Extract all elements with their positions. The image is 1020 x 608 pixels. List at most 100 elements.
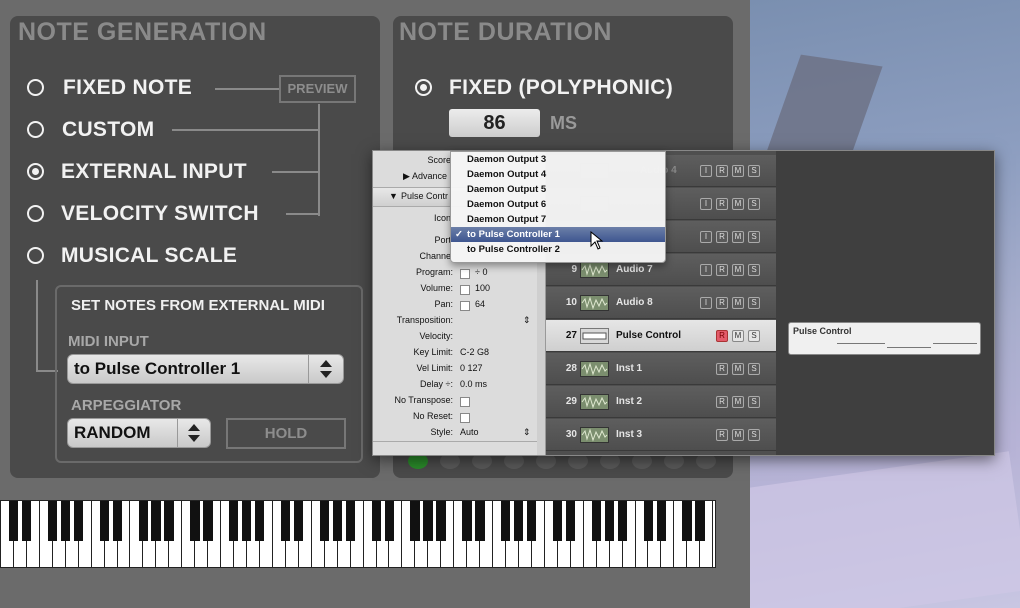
piano-black-key[interactable] — [682, 501, 692, 541]
preview-button[interactable]: PREVIEW — [279, 75, 356, 103]
track-button-s[interactable]: S — [748, 165, 760, 177]
inspector-param-row[interactable]: Velocity: — [373, 331, 537, 345]
piano-keyboard[interactable] — [0, 500, 716, 568]
track-button-s[interactable]: S — [748, 330, 760, 342]
fixed-polyphonic-radio[interactable] — [415, 79, 432, 96]
track-button-m[interactable]: M — [732, 363, 744, 375]
track-button-m[interactable]: M — [732, 198, 744, 210]
track-row[interactable]: 30 Inst 3 RMS — [545, 419, 776, 451]
track-button-r[interactable]: R — [716, 429, 728, 441]
param-checkbox[interactable] — [460, 285, 470, 295]
track-button-r[interactable]: R — [716, 363, 728, 375]
piano-black-key[interactable] — [138, 501, 148, 541]
piano-black-key[interactable] — [9, 501, 19, 541]
track-button-i[interactable]: I — [700, 165, 712, 177]
inspector-param-row[interactable]: Program: ÷ 0 — [373, 267, 537, 281]
track-button-s[interactable]: S — [748, 297, 760, 309]
inspector-param-row[interactable]: Key Limit: C-2 G8 — [373, 347, 537, 361]
piano-black-key[interactable] — [604, 501, 615, 541]
piano-black-key[interactable] — [656, 501, 666, 541]
piano-black-key[interactable] — [190, 501, 200, 541]
port-menu-item[interactable]: Daemon Output 4 — [451, 167, 665, 182]
track-button-i[interactable]: I — [700, 297, 712, 309]
piano-black-key[interactable] — [384, 501, 394, 541]
piano-black-key[interactable] — [280, 501, 291, 541]
track-button-m[interactable]: M — [732, 396, 744, 408]
track-button-s[interactable]: S — [748, 231, 760, 243]
piano-black-key[interactable] — [371, 501, 381, 541]
stepper-icon[interactable]: ⇕ — [523, 427, 531, 438]
track-button-i[interactable]: I — [700, 264, 712, 276]
track-button-s[interactable]: S — [748, 198, 760, 210]
velocity-switch-label[interactable]: VELOCITY SWITCH — [61, 202, 259, 226]
track-row[interactable]: 27 Pulse Control R M S — [545, 320, 776, 352]
param-checkbox[interactable] — [460, 413, 470, 423]
piano-black-key[interactable] — [229, 501, 239, 541]
piano-black-key[interactable] — [60, 501, 71, 541]
port-menu-item[interactable]: ✓ to Pulse Controller 1 — [451, 227, 665, 242]
piano-black-key[interactable] — [552, 501, 563, 541]
track-button-r[interactable]: R — [716, 264, 728, 276]
track-button-s[interactable]: S — [748, 264, 760, 276]
piano-black-key[interactable] — [47, 501, 58, 541]
piano-black-key[interactable] — [501, 501, 511, 541]
piano-black-key[interactable] — [423, 501, 433, 541]
piano-black-key[interactable] — [527, 501, 537, 541]
piano-black-key[interactable] — [565, 501, 576, 541]
external-input-radio[interactable] — [27, 163, 44, 180]
piano-black-key[interactable] — [319, 501, 330, 541]
track-button-m[interactable]: M — [732, 165, 744, 177]
piano-black-key[interactable] — [255, 501, 265, 541]
piano-black-key[interactable] — [21, 501, 32, 541]
piano-black-key[interactable] — [99, 501, 109, 541]
track-button-m[interactable]: M — [732, 297, 744, 309]
fixed-polyphonic-label[interactable]: FIXED (POLYPHONIC) — [449, 76, 673, 100]
custom-label[interactable]: CUSTOM — [62, 118, 154, 142]
piano-black-key[interactable] — [617, 501, 627, 541]
inspector-param-row[interactable]: No Reset: — [373, 411, 537, 425]
piano-black-key[interactable] — [293, 501, 304, 541]
piano-black-key[interactable] — [591, 501, 602, 541]
inspector-param-row[interactable]: Style: Auto ⇕ — [373, 427, 537, 441]
track-button-s[interactable]: S — [748, 429, 760, 441]
track-row[interactable]: 10 Audio 8 IRMS — [545, 287, 776, 319]
piano-black-key[interactable] — [332, 501, 343, 541]
velocity-switch-radio[interactable] — [27, 205, 44, 222]
track-button-m[interactable]: M — [732, 264, 744, 276]
stepper-icon[interactable]: ⇕ — [523, 315, 531, 326]
duration-value-field[interactable]: 86 — [449, 109, 540, 137]
track-button-r[interactable]: R — [716, 330, 728, 342]
piano-black-key[interactable] — [112, 501, 122, 541]
musical-scale-label[interactable]: MUSICAL SCALE — [61, 244, 237, 268]
port-menu-item[interactable]: to Pulse Controller 2 — [451, 242, 665, 257]
custom-radio[interactable] — [27, 121, 44, 138]
advanced-disclosure[interactable]: ▶ Advance — [403, 171, 447, 182]
midi-region[interactable]: Pulse Control — [788, 322, 981, 355]
piano-black-key[interactable] — [462, 501, 472, 541]
track-button-r[interactable]: R — [716, 198, 728, 210]
port-menu-item[interactable]: Daemon Output 6 — [451, 197, 665, 212]
inspector-param-row[interactable]: Vel Limit: 0 127 — [373, 363, 537, 377]
piano-black-key[interactable] — [475, 501, 485, 541]
param-checkbox[interactable] — [460, 269, 470, 279]
piano-black-key[interactable] — [242, 501, 252, 541]
inspector-param-row[interactable]: Pan: 64 — [373, 299, 537, 313]
piano-black-key[interactable] — [514, 501, 524, 541]
piano-black-key[interactable] — [410, 501, 420, 541]
arpeggiator-select[interactable]: RANDOM — [67, 418, 211, 448]
piano-black-key[interactable] — [164, 501, 174, 541]
port-menu-item[interactable]: Daemon Output 7 — [451, 212, 665, 227]
track-button-s[interactable]: S — [748, 396, 760, 408]
track-button-r[interactable]: R — [716, 396, 728, 408]
midi-input-select[interactable]: to Pulse Controller 1 — [67, 354, 344, 384]
inspector-param-row[interactable]: Transposition: ⇕ — [373, 315, 537, 329]
port-menu-item[interactable]: Daemon Output 3 — [451, 152, 665, 167]
track-button-r[interactable]: R — [716, 297, 728, 309]
track-button-r[interactable]: R — [716, 165, 728, 177]
hold-button[interactable]: HOLD — [226, 418, 346, 449]
fixed-note-radio[interactable] — [27, 79, 44, 96]
piano-black-key[interactable] — [695, 501, 705, 541]
param-checkbox[interactable] — [460, 397, 470, 407]
track-button-i[interactable]: I — [700, 231, 712, 243]
track-button-s[interactable]: S — [748, 363, 760, 375]
